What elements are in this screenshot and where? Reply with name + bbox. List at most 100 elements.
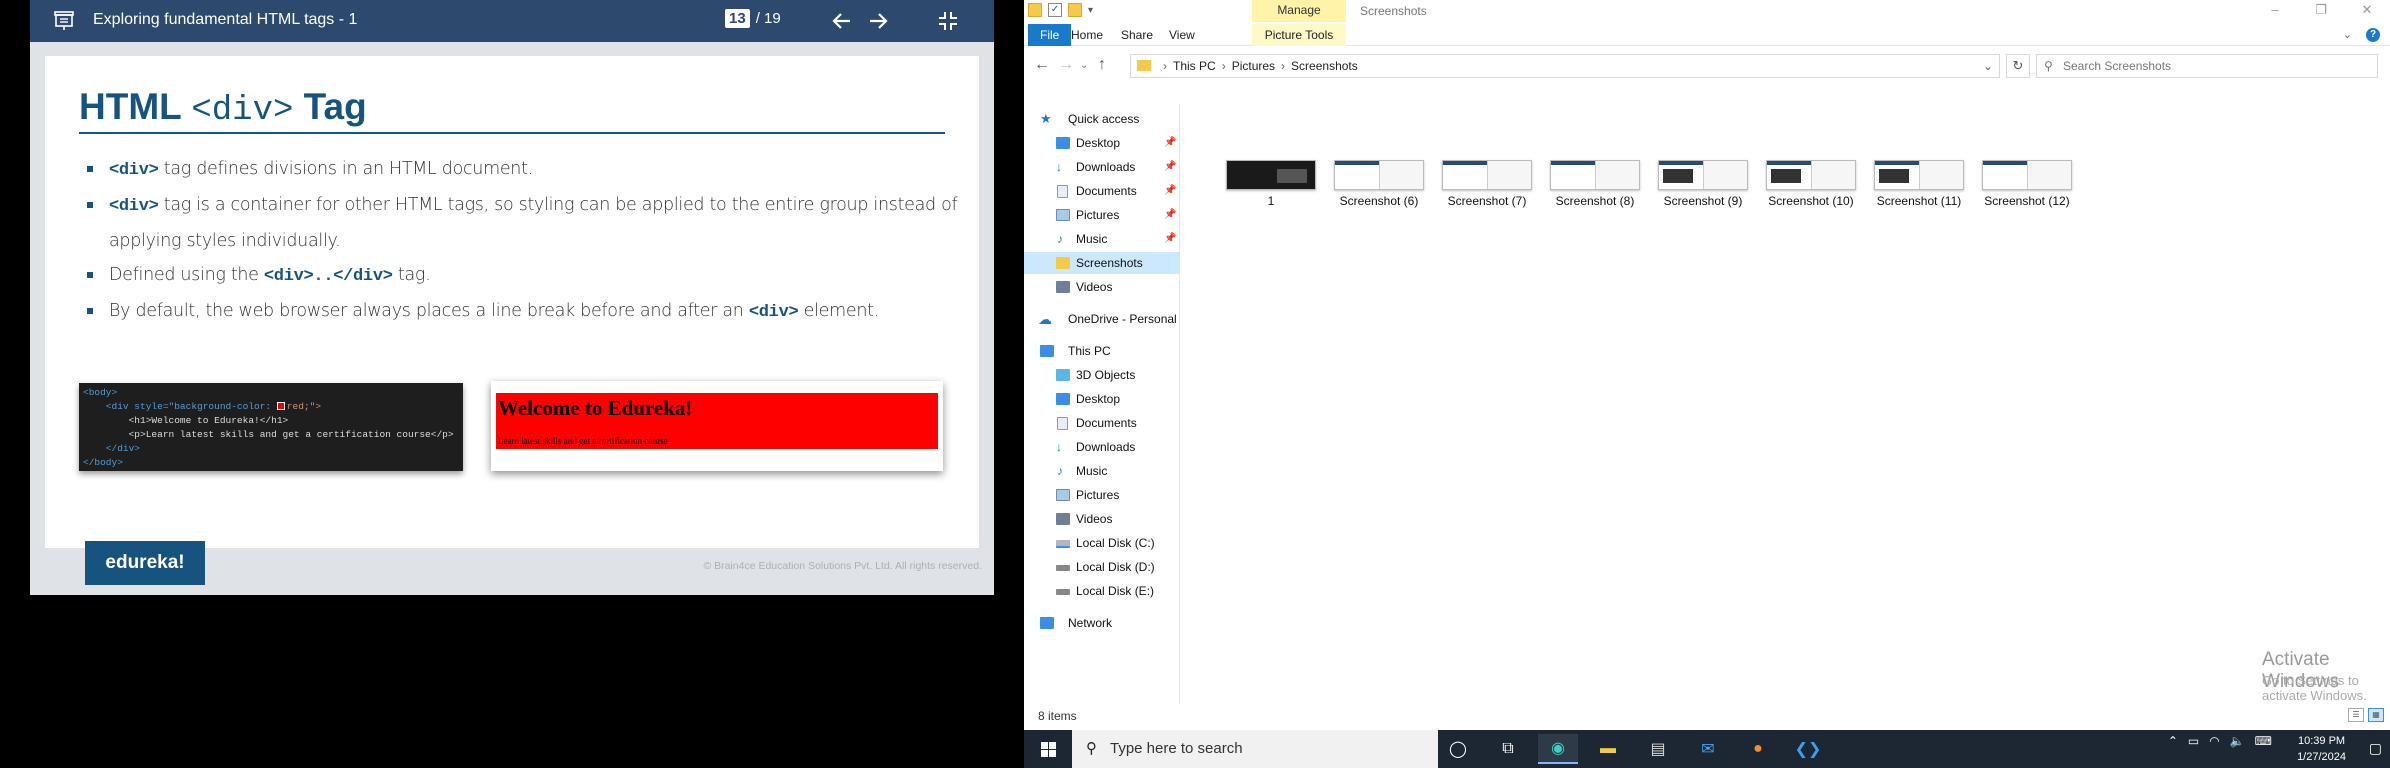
start-button[interactable]	[1024, 730, 1072, 768]
file-item[interactable]: Screenshot (12)	[1980, 160, 2074, 230]
tab-view[interactable]: View	[1160, 24, 1204, 46]
thumbnail	[1442, 160, 1532, 190]
show-hidden-icons-icon[interactable]: ⌃	[2168, 734, 2178, 748]
thumbnail	[1550, 160, 1640, 190]
address-dropdown-icon[interactable]: ⌄	[1983, 55, 1993, 77]
pin-icon: 📌	[1164, 209, 1177, 220]
nav-videos[interactable]: Videos	[1024, 276, 1180, 298]
back-icon[interactable]: ←	[1034, 56, 1050, 74]
tab-picture-tools[interactable]: Picture Tools	[1252, 24, 1346, 46]
navigation-pane: ★ Quick access Desktop 📌 ↓ Downloads 📌 Doc…	[1024, 104, 1180, 704]
address-bar[interactable]: › This PC › Pictures › Screenshots ⌄	[1130, 54, 2000, 78]
battery-icon[interactable]: ▭	[2188, 734, 2199, 748]
file-item[interactable]: Screenshot (10)	[1764, 160, 1858, 230]
bullet-list: <div> tag defines divisions in an HTML d…	[83, 152, 963, 330]
nav-this-pc[interactable]: This PC	[1024, 340, 1180, 362]
properties-icon[interactable]: ✓	[1048, 3, 1062, 17]
large-icons-view-icon[interactable]: ▦	[2368, 708, 2384, 722]
taskbar-search-input[interactable]: ⚲ Type here to search	[1072, 730, 1438, 768]
notification-icon[interactable]: ▢	[2369, 740, 2382, 757]
code-sample: <body> <div style="background-color: red…	[79, 383, 463, 471]
clock[interactable]: 10:39 PM 1/27/2024	[2297, 733, 2346, 765]
keyboard-icon[interactable]: ⌨	[2255, 734, 2272, 748]
page-number-input[interactable]: 13	[725, 9, 750, 28]
breadcrumb-this-pc[interactable]: This PC	[1173, 59, 1216, 73]
search-icon: ⚲	[1086, 740, 1097, 757]
help-icon[interactable]: ?	[2366, 28, 2380, 42]
up-icon[interactable]: ↑	[1098, 56, 1106, 74]
windows-logo-icon	[1040, 741, 1056, 757]
task-view-icon[interactable]: ⧉	[1488, 734, 1528, 764]
quick-access-toolbar: ✓ ▾	[1028, 3, 1093, 17]
nav-downloads[interactable]: ↓ Downloads 📌	[1024, 156, 1180, 178]
breadcrumb-pictures[interactable]: Pictures	[1232, 59, 1275, 73]
edge-icon[interactable]: ◉	[1538, 734, 1578, 764]
thumbnail	[1874, 160, 1964, 190]
pin-icon: 📌	[1164, 233, 1177, 244]
file-item[interactable]: Screenshot (6)	[1332, 160, 1426, 230]
minimize-icon[interactable]: –	[2252, 0, 2298, 22]
nav-network[interactable]: Network	[1024, 612, 1180, 634]
nav-documents[interactable]: Documents 📌	[1024, 180, 1180, 202]
nav-pc-music[interactable]: ♪ Music	[1024, 460, 1180, 482]
close-icon[interactable]: ✕	[2344, 0, 2390, 22]
file-name: Screenshot (10)	[1768, 194, 1854, 208]
nav-local-disk-e[interactable]: Local Disk (E:)	[1024, 580, 1180, 602]
recent-locations-icon[interactable]: ⌄	[1080, 60, 1088, 71]
nav-music[interactable]: ♪ Music 📌	[1024, 228, 1180, 250]
file-item[interactable]: 1	[1224, 160, 1318, 230]
pictures-icon	[1056, 209, 1070, 221]
file-name: Screenshot (7)	[1447, 194, 1527, 208]
tab-share[interactable]: Share	[1112, 24, 1162, 46]
nav-local-disk-c[interactable]: Local Disk (C:)	[1024, 532, 1180, 554]
clock-date: 1/27/2024	[2297, 751, 2346, 763]
nav-quick-access[interactable]: ★ Quick access	[1024, 108, 1180, 130]
store-icon[interactable]: ▤	[1638, 734, 1678, 764]
exit-fullscreen-icon[interactable]	[936, 9, 960, 33]
previous-slide-button[interactable]	[830, 9, 854, 33]
rendered-heading: Welcome to Edureka!	[498, 396, 693, 420]
forward-icon[interactable]: →	[1058, 56, 1074, 74]
nav-screenshots[interactable]: Screenshots	[1024, 252, 1180, 274]
mail-icon[interactable]: ✉	[1688, 734, 1728, 764]
ribbon-controls: ⌄ ?	[2343, 28, 2380, 42]
nav-pc-pictures[interactable]: Pictures	[1024, 484, 1180, 506]
cortana-icon[interactable]: ◯	[1438, 734, 1478, 764]
file-item[interactable]: Screenshot (11)	[1872, 160, 1966, 230]
nav-pc-videos[interactable]: Videos	[1024, 508, 1180, 530]
refresh-button[interactable]: ↻	[2006, 54, 2030, 78]
nav-pc-desktop[interactable]: Desktop	[1024, 388, 1180, 410]
restore-icon[interactable]: ❐	[2298, 0, 2344, 22]
nav-local-disk-d[interactable]: Local Disk (D:)	[1024, 556, 1180, 578]
nav-3d-objects[interactable]: 3D Objects	[1024, 364, 1180, 386]
file-item[interactable]: Screenshot (7)	[1440, 160, 1534, 230]
expand-ribbon-icon[interactable]: ⌄	[2343, 28, 2352, 42]
address-row: ← → ⌄ ↑ › This PC › Pictures › Screenshots ⌄ …	[1024, 52, 2390, 80]
tab-home[interactable]: Home	[1062, 24, 1112, 46]
videos-icon	[1056, 513, 1070, 525]
vscode-icon[interactable]: ❮❯	[1788, 734, 1828, 764]
3d-objects-icon	[1056, 369, 1070, 381]
wifi-icon[interactable]: ◠	[2209, 734, 2219, 748]
firefox-icon[interactable]: ●	[1738, 734, 1778, 764]
search-input[interactable]: ⚲ Search Screenshots	[2036, 54, 2378, 78]
customize-toolbar-icon[interactable]: ▾	[1088, 5, 1093, 16]
nav-onedrive[interactable]: ☁ OneDrive - Personal	[1024, 308, 1180, 330]
thumbnail	[1226, 160, 1316, 190]
file-explorer-icon[interactable]: ▬	[1588, 734, 1628, 764]
file-item[interactable]: Screenshot (9)	[1656, 160, 1750, 230]
clock-time: 10:39 PM	[2297, 735, 2346, 747]
next-slide-button[interactable]	[866, 9, 890, 33]
volume-icon[interactable]: 🔈	[2230, 734, 2245, 748]
manage-tab[interactable]: Manage	[1252, 0, 1346, 22]
nav-pc-documents[interactable]: Documents	[1024, 412, 1180, 434]
nav-pc-downloads[interactable]: ↓ Downloads	[1024, 436, 1180, 458]
breadcrumb-screenshots[interactable]: Screenshots	[1291, 59, 1358, 73]
file-name: Screenshot (12)	[1984, 194, 2070, 208]
nav-pictures[interactable]: Pictures 📌	[1024, 204, 1180, 226]
details-view-icon[interactable]: ☰	[2348, 708, 2364, 722]
nav-desktop[interactable]: Desktop 📌	[1024, 132, 1180, 154]
file-item[interactable]: Screenshot (8)	[1548, 160, 1642, 230]
new-folder-icon[interactable]	[1068, 3, 1082, 17]
status-bar: 8 items ☰ ▦	[1024, 706, 2390, 726]
